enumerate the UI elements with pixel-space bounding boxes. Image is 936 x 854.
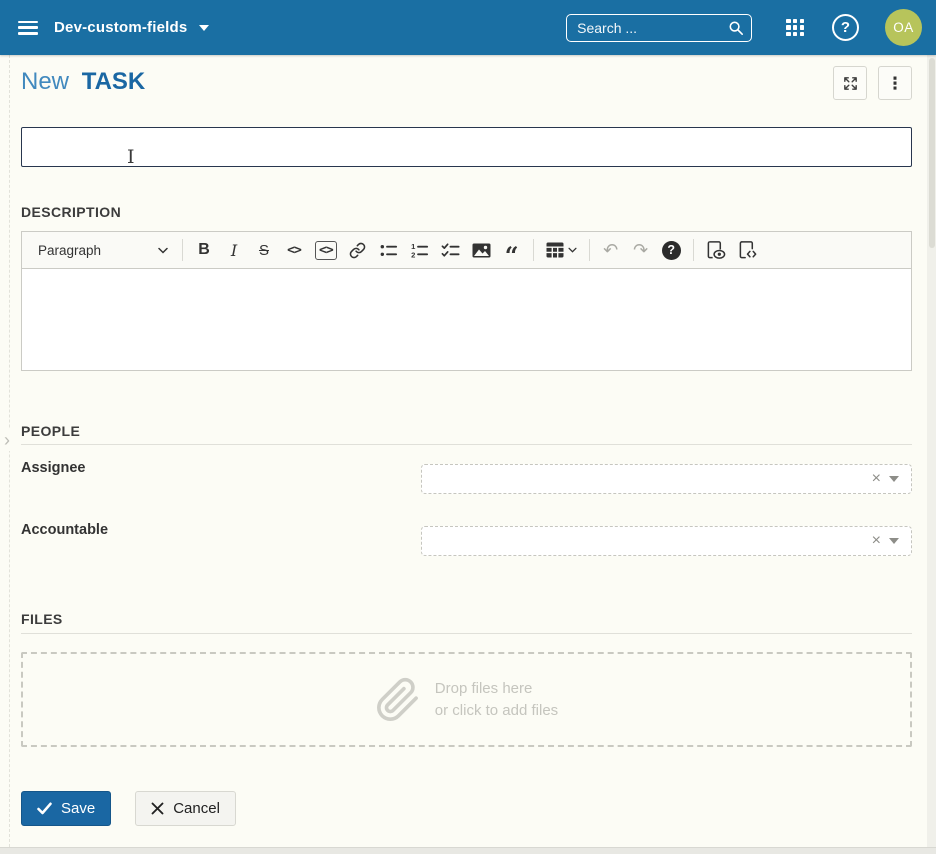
- redo-button[interactable]: ↷: [626, 236, 656, 264]
- source-button[interactable]: [732, 236, 764, 264]
- select-caret-icon[interactable]: [889, 476, 899, 482]
- editor-help-icon: ?: [662, 241, 681, 260]
- dropzone-text: Drop files here or click to add files: [435, 678, 558, 722]
- bulleted-list-icon: [379, 241, 398, 260]
- code-block-button[interactable]: <>: [309, 236, 343, 264]
- title-actions: ⋮: [833, 66, 912, 100]
- todo-list-button[interactable]: [435, 236, 466, 264]
- cancel-label: Cancel: [173, 800, 220, 817]
- link-icon: [349, 242, 366, 259]
- project-selector[interactable]: Dev-custom-fields: [54, 19, 209, 36]
- preview-button[interactable]: [700, 236, 732, 264]
- check-icon: [37, 802, 52, 815]
- topbar: Dev-custom-fields ? OA: [0, 0, 936, 55]
- search-input[interactable]: [566, 14, 752, 42]
- accountable-label: Accountable: [21, 522, 108, 538]
- paragraph-caret-icon: [158, 247, 168, 254]
- clear-icon[interactable]: ×: [864, 471, 889, 487]
- cancel-button[interactable]: Cancel: [135, 791, 236, 826]
- editor-content[interactable]: [22, 269, 911, 370]
- dropzone-line2: or click to add files: [435, 700, 558, 722]
- link-button[interactable]: [343, 236, 373, 264]
- svg-text:1: 1: [411, 241, 416, 250]
- code-block-icon: <>: [315, 241, 337, 260]
- expand-button[interactable]: [833, 66, 867, 100]
- search-box: [566, 14, 752, 42]
- image-button[interactable]: [466, 236, 497, 264]
- inline-code-button[interactable]: <>: [279, 236, 309, 264]
- toolbar-separator: [182, 239, 183, 261]
- todo-list-icon: [441, 241, 460, 260]
- form-actions: Save Cancel: [21, 791, 236, 826]
- search-icon[interactable]: [728, 20, 744, 36]
- preview-icon: [706, 240, 726, 260]
- toolbar-separator: [533, 239, 534, 261]
- title-type[interactable]: TASK: [82, 68, 146, 95]
- toolbar-separator: [693, 239, 694, 261]
- bold-button[interactable]: B: [189, 236, 219, 264]
- more-button[interactable]: ⋮: [878, 66, 912, 100]
- kebab-icon: ⋮: [887, 75, 904, 92]
- description-section-label: DESCRIPTION: [21, 204, 121, 220]
- image-icon: [472, 243, 491, 258]
- table-caret-icon: [568, 247, 577, 253]
- files-divider: [21, 633, 912, 634]
- table-icon: [546, 242, 564, 258]
- files-section-label: FILES: [21, 611, 63, 627]
- modules-grid-icon[interactable]: [786, 19, 804, 37]
- source-icon: [738, 240, 758, 260]
- paragraph-dropdown-label: Paragraph: [38, 243, 101, 258]
- editor-toolbar: Paragraph B I S <> <>: [22, 232, 911, 269]
- toolbar-separator: [589, 239, 590, 261]
- numbered-list-icon: 1 2: [410, 241, 429, 260]
- people-section-label: PEOPLE: [21, 423, 80, 439]
- inline-code-icon: <>: [287, 243, 301, 258]
- bold-icon: B: [198, 241, 210, 259]
- block-quote-icon: “: [505, 251, 519, 261]
- accountable-select[interactable]: ×: [421, 526, 912, 556]
- dropzone-line1: Drop files here: [435, 678, 558, 700]
- strikethrough-icon: S: [259, 242, 269, 259]
- description-editor: Paragraph B I S <> <>: [21, 231, 912, 371]
- paragraph-dropdown[interactable]: Paragraph: [28, 236, 176, 264]
- bulleted-list-button[interactable]: [373, 236, 404, 264]
- app-window: Dev-custom-fields ? OA › New TASK: [0, 0, 936, 854]
- svg-text:2: 2: [411, 250, 415, 259]
- undo-button[interactable]: ↶: [596, 236, 626, 264]
- assignee-select[interactable]: ×: [421, 464, 912, 494]
- expand-icon: [842, 75, 859, 92]
- clear-icon[interactable]: ×: [864, 533, 889, 549]
- close-icon: [151, 802, 164, 815]
- italic-icon: I: [231, 241, 237, 260]
- subject-input[interactable]: [21, 127, 912, 167]
- collapse-chevron-icon[interactable]: ›: [3, 429, 11, 451]
- assignee-label: Assignee: [21, 460, 85, 476]
- page-title: New TASK: [21, 68, 145, 96]
- title-prefix: New: [21, 68, 69, 95]
- strikethrough-button[interactable]: S: [249, 236, 279, 264]
- table-button[interactable]: [540, 236, 583, 264]
- paperclip-icon: [375, 677, 421, 723]
- save-button[interactable]: Save: [21, 791, 111, 826]
- people-divider: [21, 444, 912, 445]
- menu-icon[interactable]: [18, 21, 38, 35]
- sidebar-resize-handle[interactable]: [9, 55, 10, 847]
- file-dropzone[interactable]: Drop files here or click to add files: [21, 652, 912, 747]
- numbered-list-button[interactable]: 1 2: [404, 236, 435, 264]
- scrollbar-thumb[interactable]: [929, 58, 935, 248]
- italic-button[interactable]: I: [219, 236, 249, 264]
- save-label: Save: [61, 800, 95, 817]
- bottom-edge-strip: [0, 847, 936, 854]
- project-name: Dev-custom-fields: [54, 19, 187, 36]
- caret-down-icon: [199, 25, 209, 31]
- avatar[interactable]: OA: [885, 9, 922, 46]
- select-caret-icon[interactable]: [889, 538, 899, 544]
- undo-icon: ↶: [603, 240, 618, 261]
- block-quote-button[interactable]: “: [497, 236, 527, 264]
- help-icon[interactable]: ?: [832, 14, 859, 41]
- editor-help-button[interactable]: ?: [656, 236, 687, 264]
- redo-icon: ↷: [633, 240, 648, 261]
- vertical-scrollbar[interactable]: [927, 55, 936, 847]
